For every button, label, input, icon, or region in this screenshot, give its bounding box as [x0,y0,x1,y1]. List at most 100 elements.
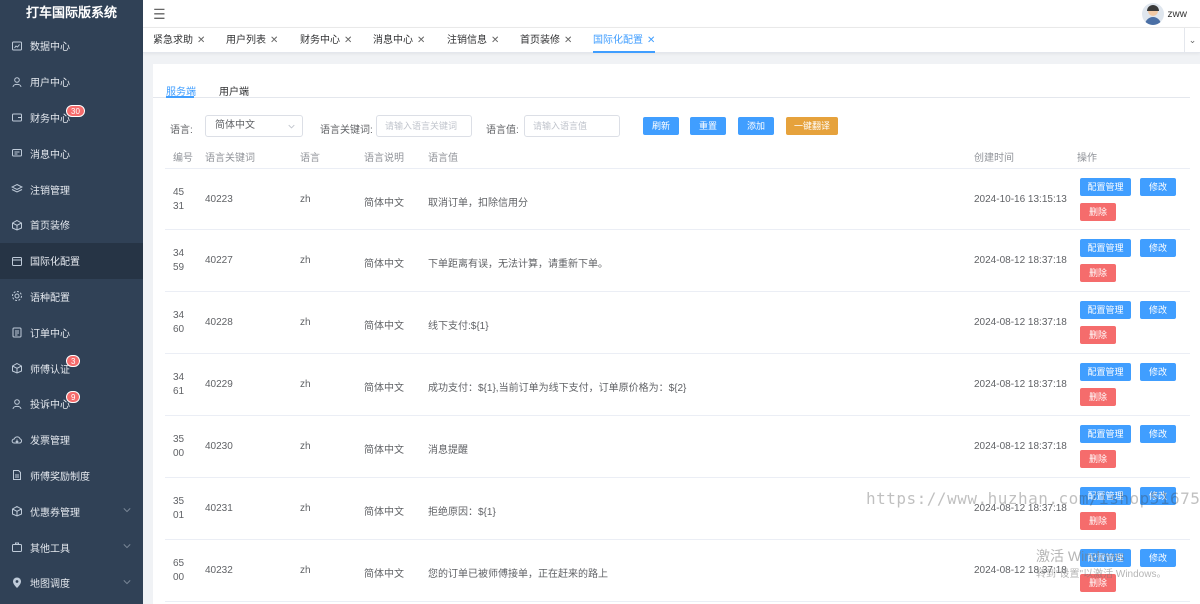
tab-item[interactable]: 紧急求助 ✕ [153,28,205,53]
config-button[interactable]: 配置管理 [1080,239,1131,257]
calendar-icon [11,255,23,267]
sidebar-item[interactable]: 师傅认证 3 [0,350,143,386]
subtab-bar: 服务端 用户端 [153,64,1190,98]
value-input[interactable] [524,115,620,137]
language-select-value: 简体中文 [215,120,255,131]
user-icon [11,76,23,88]
cell-keyword: 40231 [205,503,233,514]
refresh-button[interactable]: 刷新 [643,117,679,135]
sidebar-item[interactable]: 师傅奖励制度 [0,458,143,494]
sidebar-item[interactable]: 首页装修 [0,207,143,243]
sidebar-item[interactable]: 语种配置 [0,279,143,315]
cell-keyword: 40223 [205,194,233,205]
tab-item[interactable]: 国际化配置 ✕ [593,28,656,53]
avatar[interactable] [1141,3,1164,25]
sidebar-item-label: 语种配置 [30,292,70,304]
cell-id: 3459 [173,248,185,273]
cloud-icon [11,434,23,446]
sidebar-menu: 数据中心 用户中心 财务中心 30 消息中心 注销管理 首页装修 国际化配置 语种配置 订单中心师… [0,28,143,601]
config-button[interactable]: 配置管理 [1080,178,1131,196]
close-icon[interactable]: ✕ [417,35,425,46]
wallet-icon [11,111,23,123]
delete-button[interactable]: 删除 [1080,450,1116,468]
sidebar-item[interactable]: 地图调度 [0,565,143,601]
sidebar-item[interactable]: 优惠券管理 [0,493,143,529]
menu-toggle-icon[interactable]: ☰ [153,6,166,23]
keyword-input[interactable] [376,115,472,137]
edit-button[interactable]: 修改 [1140,425,1176,443]
delete-button[interactable]: 删除 [1080,264,1116,282]
tab-item[interactable]: 消息中心 ✕ [373,28,425,53]
close-icon[interactable]: ✕ [344,35,352,46]
table-row: 3500 40230 zh 简体中文 消息提醒 2024-08-12 18:37:18 配置… [165,416,1190,478]
sidebar-item[interactable]: 注销管理 [0,171,143,207]
cell-id: 3460 [173,310,185,335]
cell-description: 简体中文 [364,383,404,394]
chevron-down-icon [123,580,131,585]
tab-item[interactable]: 财务中心 ✕ [300,28,352,53]
cell-id: 6500 [173,558,185,583]
translate-all-button[interactable]: 一键翻译 [786,117,838,135]
tab-item[interactable]: 用户列表 ✕ [226,28,278,53]
sidebar-item[interactable]: 用户中心 [0,64,143,100]
sidebar-item[interactable]: 数据中心 [0,28,143,64]
close-icon[interactable]: ✕ [270,35,278,46]
close-icon[interactable]: ✕ [564,35,572,46]
message-icon [11,147,23,159]
keyword-label: 语言关键词: [320,125,373,136]
config-button[interactable]: 配置管理 [1080,363,1131,381]
cell-created: 2024-08-12 18:37:18 [974,317,1067,328]
cell-created: 2024-08-12 18:37:18 [974,255,1067,266]
location-icon [11,577,23,589]
cell-id: 3461 [173,372,185,397]
sidebar-item[interactable]: 国际化配置 [0,242,143,279]
cell-value: 成功支付：${1},当前订单为线下支付，订单原价格为：${2} [428,383,687,394]
cell-keyword: 40229 [205,379,233,390]
tab-label: 消息中心 [373,35,413,46]
activate-windows-hint: 转到"设置"以激活 Windows。 [1036,569,1167,580]
tabs-more-icon[interactable]: ⌄ [1184,28,1200,53]
edit-button[interactable]: 修改 [1140,363,1176,381]
delete-button[interactable]: 删除 [1080,326,1116,344]
tab-item[interactable]: 注销信息 ✕ [447,28,499,53]
edit-button[interactable]: 修改 [1140,301,1176,319]
cell-created: 2024-08-12 18:37:18 [974,379,1067,390]
chevron-down-icon [123,544,131,549]
delete-button[interactable]: 删除 [1080,203,1116,221]
config-button[interactable]: 配置管理 [1080,301,1131,319]
tab-client[interactable]: 用户端 [219,83,249,98]
cell-created: 2024-08-12 18:37:18 [974,441,1067,452]
language-select[interactable]: 简体中文 [205,115,303,137]
edit-button[interactable]: 修改 [1140,178,1176,196]
tab-item[interactable]: 首页装修 ✕ [520,28,572,53]
sidebar-item[interactable]: 投诉中心 9 [0,386,143,422]
reset-button[interactable]: 重置 [690,117,726,135]
cell-description: 简体中文 [364,198,404,209]
cell-language: zh [300,255,311,266]
col-language: 语言 [300,153,320,164]
delete-button[interactable]: 删除 [1080,388,1116,406]
sidebar-item[interactable]: 发票管理 [0,422,143,458]
user-menu[interactable]: zww [1141,3,1187,25]
layers-icon [11,183,23,195]
gear-icon [11,290,23,302]
tab-label: 用户列表 [226,35,266,46]
sidebar-item[interactable]: 财务中心 30 [0,100,143,136]
sidebar-item[interactable]: 订单中心 [0,314,143,350]
tab-label: 注销信息 [447,35,487,46]
tab-label: 紧急求助 [153,35,193,46]
edit-button[interactable]: 修改 [1140,239,1176,257]
cell-language: zh [300,503,311,514]
close-icon[interactable]: ✕ [197,35,205,46]
config-button[interactable]: 配置管理 [1080,425,1131,443]
cell-value: 线下支付:${1} [428,321,489,332]
delete-button[interactable]: 删除 [1080,512,1116,530]
close-icon[interactable]: ✕ [491,35,499,46]
username[interactable]: zww [1168,9,1187,20]
sidebar-item[interactable]: 其他工具 [0,529,143,565]
close-icon[interactable]: ✕ [647,35,655,46]
add-button[interactable]: 添加 [738,117,774,135]
sidebar-item[interactable]: 消息中心 [0,135,143,171]
cell-language: zh [300,317,311,328]
col-id: 编号 [173,153,193,164]
